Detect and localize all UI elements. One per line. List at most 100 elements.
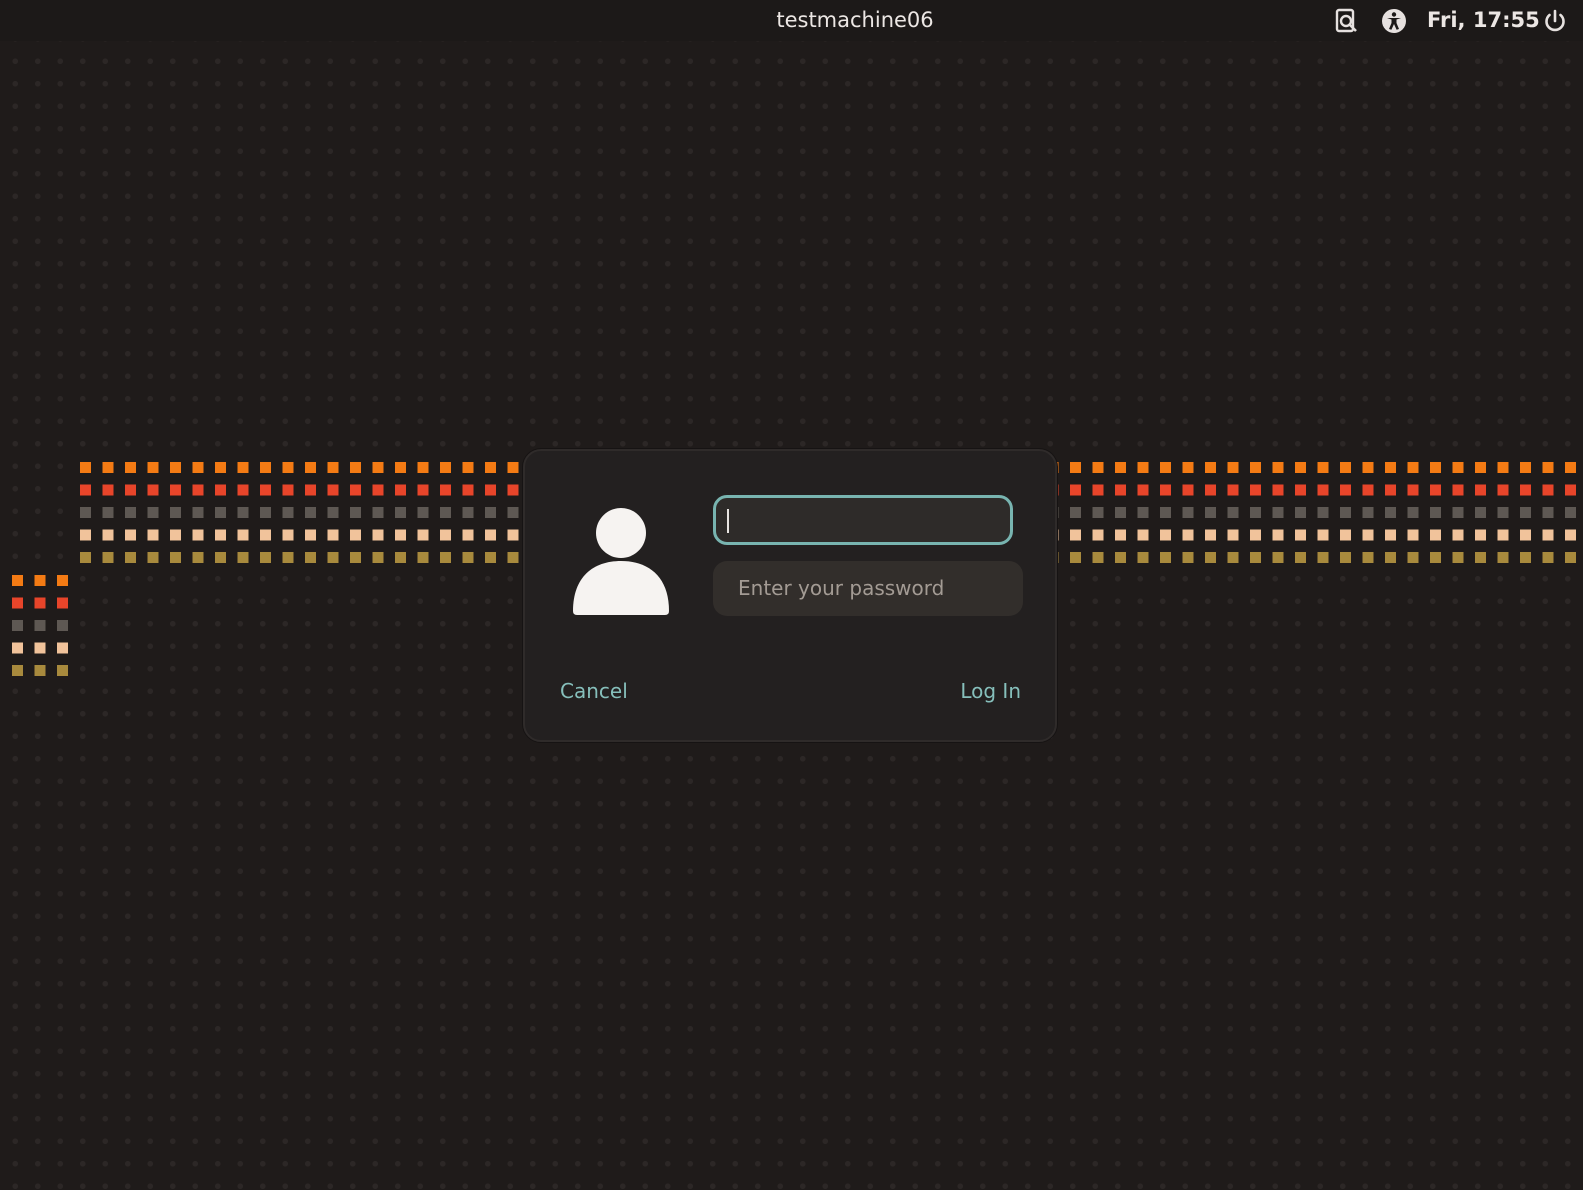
- wallpaper-dot: [372, 484, 384, 496]
- wallpaper-dot: [260, 462, 271, 473]
- wallpaper-dot: [1137, 552, 1149, 563]
- wallpaper-dot: [305, 507, 316, 518]
- wallpaper-dot: [1092, 507, 1104, 518]
- wallpaper-dot: [485, 529, 496, 541]
- wallpaper-dot: [485, 462, 496, 473]
- wallpaper-dot: [1227, 484, 1239, 496]
- wallpaper-dot: [1295, 552, 1306, 563]
- wallpaper-dot: [1295, 507, 1306, 518]
- wallpaper-dot: [327, 462, 339, 473]
- wallpaper-dot: [260, 507, 271, 518]
- wallpaper-dot: [1407, 552, 1419, 563]
- wallpaper-dot: [327, 552, 339, 563]
- wallpaper-dot: [507, 462, 519, 473]
- wallpaper-dot: [1475, 507, 1486, 518]
- wallpaper-dot: [1272, 529, 1284, 541]
- wallpaper-dot: [1452, 462, 1464, 473]
- wallpaper-dot: [170, 552, 181, 563]
- wallpaper-dot: [1565, 462, 1576, 473]
- wallpaper-dot: [1272, 462, 1284, 473]
- screen-reader-icon[interactable]: [1332, 7, 1360, 35]
- wallpaper-dot: [12, 642, 23, 654]
- wallpaper-dot: [1407, 484, 1419, 496]
- wallpaper-dot: [170, 462, 181, 473]
- username-input[interactable]: [713, 495, 1013, 545]
- wallpaper-dot: [147, 529, 159, 541]
- wallpaper-dot: [102, 552, 114, 563]
- wallpaper-dot: [192, 462, 204, 473]
- wallpaper-dot: [260, 529, 271, 541]
- wallpaper-dot: [80, 507, 91, 518]
- wallpaper-dot: [1295, 462, 1306, 473]
- wallpaper-dot: [440, 529, 451, 541]
- wallpaper-dot: [170, 507, 181, 518]
- wallpaper-dot: [1250, 484, 1261, 496]
- wallpaper-dot: [1250, 529, 1261, 541]
- wallpaper-dot: [327, 529, 339, 541]
- password-input[interactable]: Enter your password: [713, 561, 1023, 616]
- wallpaper-dot: [1317, 484, 1329, 496]
- wallpaper-dot: [57, 642, 68, 654]
- wallpaper-dot: [125, 529, 136, 541]
- wallpaper-dot: [215, 462, 226, 473]
- wallpaper-dot: [1340, 462, 1351, 473]
- wallpaper-dot: [57, 620, 68, 631]
- wallpaper-dot: [395, 462, 406, 473]
- wallpaper-dot: [1070, 462, 1081, 473]
- wallpaper-dot: [215, 552, 226, 563]
- wallpaper-dot: [1385, 529, 1396, 541]
- wallpaper-dot: [1317, 529, 1329, 541]
- wallpaper-dot: [372, 507, 384, 518]
- wallpaper-dot: [1362, 529, 1374, 541]
- power-icon[interactable]: [1541, 7, 1569, 35]
- clock-label[interactable]: Fri, 17:55: [1427, 0, 1540, 41]
- wallpaper-dot: [462, 529, 474, 541]
- wallpaper-dot: [215, 484, 226, 496]
- wallpaper-dot: [282, 552, 294, 563]
- wallpaper-dot: [1182, 507, 1194, 518]
- user-avatar-icon: [571, 505, 671, 617]
- login-button[interactable]: Log In: [960, 679, 1021, 703]
- wallpaper-dot: [462, 552, 474, 563]
- wallpaper-dot: [350, 507, 361, 518]
- wallpaper-dot: [1385, 552, 1396, 563]
- wallpaper-dot: [1160, 484, 1171, 496]
- wallpaper-dot: [125, 507, 136, 518]
- accessibility-icon[interactable]: [1380, 7, 1408, 35]
- wallpaper-dot: [102, 484, 114, 496]
- wallpaper-dot: [1115, 529, 1126, 541]
- wallpaper-dot: [260, 552, 271, 563]
- cancel-button[interactable]: Cancel: [560, 679, 628, 703]
- wallpaper-dot: [1497, 552, 1509, 563]
- wallpaper-dot: [1317, 462, 1329, 473]
- wallpaper-dot: [1227, 507, 1239, 518]
- wallpaper-dot: [1137, 529, 1149, 541]
- wallpaper-dot: [1137, 484, 1149, 496]
- wallpaper-dot: [1542, 462, 1554, 473]
- wallpaper-dot: [1295, 484, 1306, 496]
- wallpaper-dot: [1362, 552, 1374, 563]
- wallpaper-dot: [1430, 507, 1441, 518]
- wallpaper-dot: [1092, 462, 1104, 473]
- wallpaper-dot: [350, 462, 361, 473]
- wallpaper-dot: [80, 552, 91, 563]
- wallpaper-dot: [1520, 529, 1531, 541]
- wallpaper-dot: [1182, 462, 1194, 473]
- wallpaper-dot: [1092, 552, 1104, 563]
- wallpaper-dot: [350, 529, 361, 541]
- wallpaper-dot: [305, 552, 316, 563]
- wallpaper-dot: [282, 462, 294, 473]
- wallpaper-dot: [1227, 462, 1239, 473]
- wallpaper-dot: [1227, 552, 1239, 563]
- wallpaper-dot: [327, 484, 339, 496]
- wallpaper-dot: [1160, 462, 1171, 473]
- wallpaper-dot: [305, 484, 316, 496]
- wallpaper-dot: [485, 552, 496, 563]
- wallpaper-dot: [440, 552, 451, 563]
- wallpaper-dot: [1430, 462, 1441, 473]
- wallpaper-dot: [1340, 552, 1351, 563]
- wallpaper-dot: [57, 597, 68, 609]
- wallpaper-dot: [237, 462, 249, 473]
- wallpaper-dot: [1542, 484, 1554, 496]
- wallpaper-dot: [125, 552, 136, 563]
